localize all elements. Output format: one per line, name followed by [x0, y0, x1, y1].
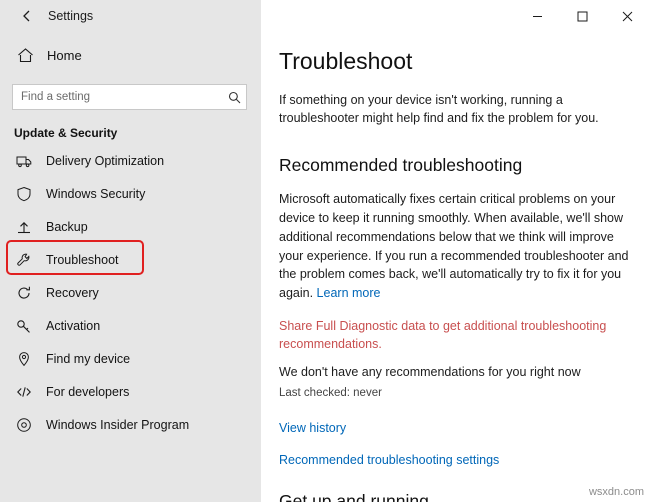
location-icon [14, 349, 34, 369]
sidebar-item-label: Windows Security [46, 186, 146, 201]
page-title: Troubleshoot [279, 48, 413, 74]
insider-icon [14, 415, 34, 435]
watermark: wsxdn.com [588, 486, 644, 498]
intro-text: If something on your device isn't workin… [279, 93, 599, 126]
minimize-button[interactable] [515, 0, 560, 32]
recommended-body-text: Microsoft automatically fixes certain cr… [279, 190, 632, 303]
sidebar-item-windows-insider-program[interactable]: Windows Insider Program [0, 408, 261, 441]
sidebar-item-label: Recovery [46, 285, 99, 300]
last-checked-text: Last checked: never [279, 387, 382, 399]
sidebar-item-label: Troubleshoot [46, 252, 119, 267]
no-recommendations-text: We don't have any recommendations for yo… [279, 365, 581, 379]
sidebar: Home Update & Security Deliver [0, 0, 261, 502]
search-icon[interactable] [222, 91, 246, 104]
sidebar-item-label: Activation [46, 318, 101, 333]
window-title: Settings [48, 9, 94, 23]
sidebar-item-delivery-optimization[interactable]: Delivery Optimization [0, 144, 261, 177]
developers-icon [14, 382, 34, 402]
home-icon [14, 44, 36, 66]
recommended-troubleshooting-settings-link[interactable]: Recommended troubleshooting settings [279, 453, 499, 467]
key-icon [14, 316, 34, 336]
sidebar-home-label: Home [47, 47, 82, 63]
sidebar-item-label: Delivery Optimization [46, 153, 165, 168]
sidebar-item-windows-security[interactable]: Windows Security [0, 177, 261, 210]
recommended-troubleshooting-heading: Recommended troubleshooting [279, 155, 523, 176]
sidebar-item-label: Find my device [46, 351, 131, 366]
share-diagnostic-data-link[interactable]: Share Full Diagnostic data to get additi… [279, 317, 619, 353]
sidebar-item-home[interactable]: Home [0, 36, 261, 74]
wrench-icon [14, 250, 34, 270]
sidebar-item-troubleshoot[interactable]: Troubleshoot [0, 240, 261, 276]
search-box[interactable] [12, 84, 247, 110]
shield-icon [14, 184, 34, 204]
back-arrow-icon[interactable] [14, 3, 40, 29]
sidebar-item-for-developers[interactable]: For developers [0, 375, 261, 408]
sidebar-item-label: Backup [46, 219, 88, 234]
main-content: Troubleshoot If something on your device… [261, 0, 650, 502]
sidebar-item-find-my-device[interactable]: Find my device [0, 342, 261, 375]
recommended-body-span: Microsoft automatically fixes certain cr… [279, 192, 629, 300]
window-controls [261, 0, 650, 32]
sidebar-item-label: For developers [46, 384, 130, 399]
close-button[interactable] [605, 0, 650, 32]
get-up-and-running-heading: Get up and running [279, 491, 429, 502]
delivery-icon [14, 151, 34, 171]
title-bar-left: Settings [0, 0, 261, 32]
sidebar-item-backup[interactable]: Backup [0, 210, 261, 243]
view-history-link[interactable]: View history [279, 421, 346, 435]
sidebar-item-activation[interactable]: Activation [0, 309, 261, 342]
sidebar-section-title: Update & Security [14, 126, 118, 140]
search-input[interactable] [13, 84, 222, 110]
sidebar-item-label: Windows Insider Program [46, 417, 190, 432]
view-history-row: View history [279, 421, 632, 435]
learn-more-link[interactable]: Learn more [317, 286, 381, 300]
maximize-button[interactable] [560, 0, 605, 32]
recommended-settings-row: Recommended troubleshooting settings [279, 453, 632, 467]
settings-window: Settings Home Find a setting Update & Se… [0, 0, 650, 502]
recovery-icon [14, 283, 34, 303]
title-bar: Settings [0, 0, 650, 32]
backup-icon [14, 217, 34, 237]
sidebar-item-recovery[interactable]: Recovery [0, 276, 261, 309]
